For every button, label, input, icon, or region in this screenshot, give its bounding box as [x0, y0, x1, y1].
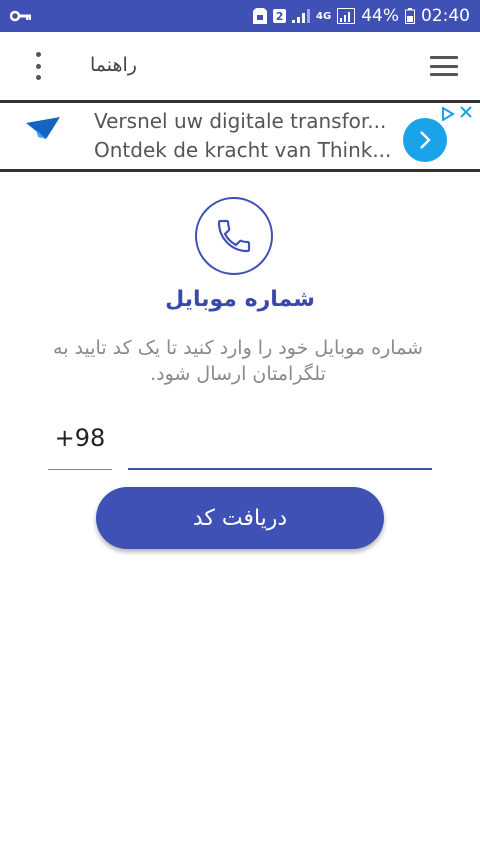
app-bar: راهنما [0, 32, 480, 100]
hamburger-icon[interactable] [430, 56, 458, 76]
ad-headline[interactable]: Versnel uw digitale transfor... [94, 109, 386, 133]
ad-logo [24, 113, 64, 163]
close-icon[interactable] [458, 104, 474, 120]
signal-icon-2 [337, 8, 356, 24]
page-description: شماره موبایل خود را وارد کنید تا یک کد ت… [53, 337, 423, 385]
network-type: 4G [316, 10, 332, 22]
ad-banner[interactable]: Versnel uw digitale transfor... Ontdek d… [0, 100, 480, 172]
status-bar: 2 4G 44% 02:40 [0, 0, 480, 32]
ad-subtext[interactable]: Ontdek de kracht van Think... [94, 138, 391, 162]
chevron-right-icon [420, 131, 431, 149]
country-code-field[interactable]: +98 [48, 418, 112, 470]
sim-slot-badge: 2 [273, 9, 287, 23]
overflow-menu-icon[interactable] [28, 52, 48, 80]
battery-icon [405, 8, 415, 24]
page-title: شماره موبایل [165, 287, 315, 312]
ad-choices-icon[interactable] [441, 106, 455, 122]
phone-number-input[interactable] [128, 418, 432, 470]
phone-icon [195, 197, 273, 275]
signal-icon [292, 9, 311, 23]
key-icon [10, 10, 32, 22]
sim-icon [253, 8, 268, 24]
ad-open-button[interactable] [403, 118, 447, 162]
battery-percent: 44% [361, 6, 399, 26]
help-link[interactable]: راهنما [90, 54, 137, 76]
status-time: 02:40 [421, 6, 470, 26]
get-code-button[interactable]: دریافت کد [96, 487, 384, 549]
